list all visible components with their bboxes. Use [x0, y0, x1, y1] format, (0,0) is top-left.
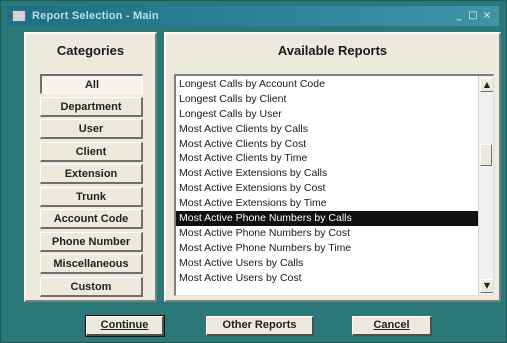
category-button-phone-number[interactable]: Phone Number [40, 231, 143, 252]
continue-button-label: Continue [100, 319, 149, 331]
report-list-item[interactable]: Longest Calls by Client [176, 92, 480, 107]
window-title: Report Selection - Main [32, 10, 159, 22]
scroll-thumb[interactable] [480, 144, 492, 166]
category-button-custom[interactable]: Custom [40, 276, 143, 297]
continue-button[interactable]: Continue [85, 315, 165, 337]
category-button-extension[interactable]: Extension [40, 164, 143, 184]
report-rows: Longest Calls by Account Code Longest Cal… [176, 77, 480, 285]
reports-panel: Available Reports Longest Calls by Accou… [164, 32, 501, 302]
scroll-up-arrow-icon[interactable]: ▲ [480, 78, 493, 92]
scroll-down-arrow-icon[interactable]: ▼ [480, 279, 493, 293]
categories-heading: Categories [56, 43, 125, 58]
report-list-item[interactable]: Most Active Phone Numbers by Cost [176, 226, 480, 241]
report-list-item[interactable]: Most Active Phone Numbers by Time [176, 241, 480, 256]
report-list-item[interactable]: Most Active Phone Numbers by Calls [176, 211, 480, 226]
category-button-user[interactable]: User [40, 119, 143, 139]
categories-panel: Categories All Department User Client Extens… [24, 32, 157, 302]
report-list-item[interactable]: Most Active Clients by Cost [176, 137, 480, 152]
minimize-icon[interactable]: _ [453, 10, 465, 22]
category-button-department[interactable]: Department [40, 96, 143, 117]
category-button-all[interactable]: All [40, 74, 143, 94]
maximize-icon[interactable]: □ [467, 10, 479, 22]
reports-heading: Available Reports [277, 43, 388, 58]
report-list-item[interactable]: Most Active Extensions by Time [176, 196, 480, 211]
report-selection-window: Report Selection - Main _ □ × Categories… [0, 0, 507, 343]
report-list-item[interactable]: Most Active Clients by Calls [176, 122, 480, 137]
report-list-item[interactable]: Longest Calls by User [176, 107, 480, 122]
report-list-item[interactable]: Most Active Extensions by Calls [176, 166, 480, 181]
cancel-button-label: Cancel [373, 319, 410, 331]
category-button-account-code[interactable]: Account Code [40, 209, 143, 229]
category-button-miscellaneous[interactable]: Miscellaneous [40, 254, 143, 274]
close-icon[interactable]: × [481, 10, 493, 22]
reports-listbox[interactable]: Longest Calls by Account Code Longest Cal… [174, 74, 494, 296]
report-list-item[interactable]: Most Active Clients by Time [176, 151, 480, 166]
other-reports-button[interactable]: Other Reports [206, 316, 314, 336]
category-button-trunk[interactable]: Trunk [40, 186, 143, 207]
category-button-client[interactable]: Client [40, 141, 143, 162]
title-bar[interactable]: Report Selection - Main _ □ × [8, 6, 499, 26]
report-list-item[interactable]: Most Active Users by Cost [176, 271, 480, 286]
other-reports-button-label: Other Reports [222, 319, 297, 331]
report-list-item[interactable]: Most Active Users by Calls [176, 256, 480, 271]
categories-list: All Department User Client Extension Trunk Acc… [40, 74, 143, 299]
cancel-button[interactable]: Cancel [352, 316, 432, 336]
app-icon [12, 10, 26, 22]
report-list-item[interactable]: Longest Calls by Account Code [176, 77, 480, 92]
report-list-item[interactable]: Most Active Extensions by Cost [176, 181, 480, 196]
reports-scrollbar[interactable]: ▲ ▼ [478, 76, 493, 295]
